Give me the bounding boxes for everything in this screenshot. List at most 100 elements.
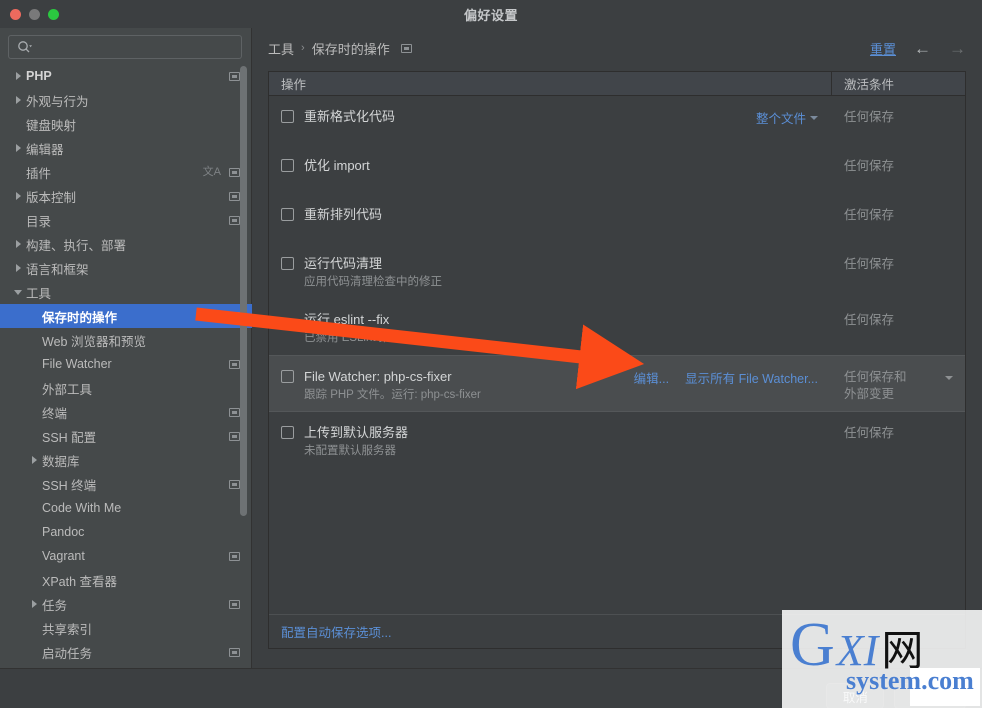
table-row[interactable]: File Watcher: php-cs-fixer 跟踪 PHP 文件。运行: … <box>269 355 965 412</box>
sidebar-item-label: 终端 <box>42 406 68 421</box>
row-condition-cell[interactable]: 任何保存和 外部变更 <box>832 356 965 411</box>
cancel-button[interactable]: 取消 <box>826 683 885 708</box>
sidebar-item-15[interactable]: SSH 配置 <box>0 424 252 448</box>
sidebar-item-13[interactable]: 外部工具 <box>0 376 252 400</box>
chevron-right-icon[interactable] <box>26 592 42 616</box>
chevron-right-icon[interactable] <box>26 448 42 472</box>
sidebar-item-label: 构建、执行、部署 <box>26 238 127 253</box>
row-title: 上传到默认服务器 <box>304 425 409 440</box>
sidebar-item-5[interactable]: 版本控制 <box>0 184 252 208</box>
row-action-cell: 上传到默认服务器 未配置默认服务器 <box>269 412 832 467</box>
sidebar-item-icons <box>229 184 240 208</box>
sidebar-scrollbar[interactable] <box>240 66 247 516</box>
row-checkbox[interactable] <box>281 110 294 123</box>
chevron-right-icon[interactable] <box>10 88 26 112</box>
sidebar-item-18[interactable]: Code With Me <box>0 496 252 520</box>
sidebar-search[interactable] <box>8 35 242 59</box>
dialog-buttons: 取消 应用(A) <box>826 683 966 708</box>
row-link-0[interactable]: 编辑... <box>634 368 669 387</box>
sidebar-item-7[interactable]: 构建、执行、部署 <box>0 232 252 256</box>
settings-square-icon <box>229 311 240 321</box>
sidebar-item-16[interactable]: 数据库 <box>0 448 252 472</box>
sidebar-item-4[interactable]: 插件 文A <box>0 160 252 184</box>
sidebar-item-0[interactable]: PHP <box>0 64 252 88</box>
row-title: 重新排列代码 <box>304 207 383 222</box>
chevron-right-icon[interactable] <box>10 136 26 160</box>
sidebar-item-icons <box>229 208 240 232</box>
sidebar-item-22[interactable]: 任务 <box>0 592 252 616</box>
chevron-right-icon[interactable] <box>10 184 26 208</box>
sidebar-item-14[interactable]: 终端 <box>0 400 252 424</box>
sidebar-item-8[interactable]: 语言和框架 <box>0 256 252 280</box>
row-actions: 整个文件 <box>756 108 818 127</box>
row-subtitle: 未配置默认服务器 <box>304 445 396 457</box>
sidebar-item-6[interactable]: 目录 <box>0 208 252 232</box>
minimize-window-button[interactable] <box>29 9 40 20</box>
sidebar-item-21[interactable]: XPath 查看器 <box>0 568 252 592</box>
row-condition-cell[interactable]: 任何保存 <box>832 299 965 354</box>
sidebar-item-2[interactable]: 键盘映射 <box>0 112 252 136</box>
row-condition-cell[interactable]: 任何保存 <box>832 194 965 242</box>
breadcrumb-parent[interactable]: 工具 <box>268 39 294 58</box>
row-checkbox[interactable] <box>281 370 294 383</box>
search-input[interactable] <box>36 40 236 54</box>
sidebar-item-24[interactable]: 启动任务 <box>0 640 252 664</box>
row-condition-cell[interactable]: 任何保存 <box>832 243 965 298</box>
sidebar-item-label: Pandoc <box>42 525 85 539</box>
configure-autosave-link[interactable]: 配置自动保存选项... <box>281 622 391 641</box>
row-checkbox[interactable] <box>281 159 294 172</box>
table-row[interactable]: 优化 import 任何保存 <box>269 145 965 194</box>
sidebar-item-19[interactable]: Pandoc <box>0 520 252 544</box>
row-link-1[interactable]: 显示所有 File Watcher... <box>685 368 818 387</box>
row-title: 优化 import <box>304 158 370 173</box>
zoom-window-button[interactable] <box>48 9 59 20</box>
sidebar-item-9[interactable]: 工具 <box>0 280 252 304</box>
table-row[interactable]: 运行 eslint --fix 已禁用 ESLint 集成 任何保存 <box>269 299 965 355</box>
back-arrow-icon[interactable]: ← <box>914 40 931 57</box>
sidebar-item-label: XPath 查看器 <box>42 574 118 589</box>
forward-arrow-icon[interactable]: → <box>949 40 966 57</box>
row-checkbox[interactable] <box>281 208 294 221</box>
sidebar-item-3[interactable]: 编辑器 <box>0 136 252 160</box>
chevron-right-icon[interactable] <box>10 232 26 256</box>
apply-button[interactable]: 应用(A) <box>894 683 966 708</box>
close-window-button[interactable] <box>10 9 21 20</box>
sidebar-item-10[interactable]: 保存时的操作 <box>0 304 252 328</box>
row-condition-cell[interactable]: 任何保存 <box>832 412 965 467</box>
sidebar-item-1[interactable]: 外观与行为 <box>0 88 252 112</box>
table-footer: 配置自动保存选项... <box>269 614 965 648</box>
table-row[interactable]: 运行代码清理 应用代码清理检查中的修正 任何保存 <box>269 243 965 299</box>
row-action-cell: 运行代码清理 应用代码清理检查中的修正 <box>269 243 832 298</box>
window-titlebar: 偏好设置 <box>0 0 982 28</box>
row-labels: 优化 import <box>304 158 370 174</box>
table-row[interactable]: 上传到默认服务器 未配置默认服务器 任何保存 <box>269 412 965 468</box>
sidebar-item-23[interactable]: 共享索引 <box>0 616 252 640</box>
table-row[interactable]: 重新格式化代码 整个文件 任何保存 <box>269 96 965 145</box>
table-row[interactable]: 重新排列代码 任何保存 <box>269 194 965 243</box>
row-condition-cell[interactable]: 任何保存 <box>832 96 965 144</box>
row-labels: 运行 eslint --fix 已禁用 ESLint 集成 <box>304 312 402 346</box>
chevron-down-icon[interactable] <box>945 376 953 380</box>
sidebar-item-12[interactable]: File Watcher <box>0 352 252 376</box>
settings-square-icon <box>229 167 240 177</box>
row-scope-dropdown[interactable]: 整个文件 <box>756 108 818 127</box>
row-labels: File Watcher: php-cs-fixer 跟踪 PHP 文件。运行: … <box>304 369 481 403</box>
row-checkbox[interactable] <box>281 257 294 270</box>
chevron-down-icon[interactable] <box>10 280 26 304</box>
sidebar-item-20[interactable]: Vagrant <box>0 544 252 568</box>
chevron-right-icon[interactable] <box>10 256 26 280</box>
sidebar-item-17[interactable]: SSH 终端 <box>0 472 252 496</box>
row-condition-cell[interactable]: 任何保存 <box>832 145 965 193</box>
sidebar-item-11[interactable]: Web 浏览器和预览 <box>0 328 252 352</box>
chevron-right-icon[interactable] <box>10 64 26 88</box>
sidebar-item-label: 编辑器 <box>26 142 64 157</box>
row-checkbox[interactable] <box>281 426 294 439</box>
reset-link[interactable]: 重置 <box>870 39 896 58</box>
